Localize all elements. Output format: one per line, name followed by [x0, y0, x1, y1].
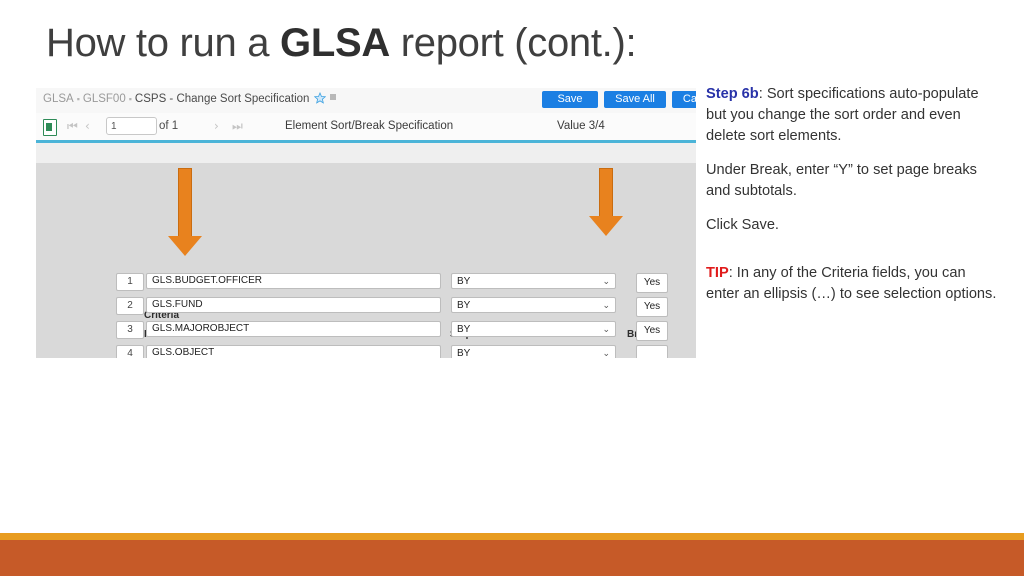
instructions-panel: Step 6b: Sort specifications auto-popula… — [706, 84, 998, 318]
table-row: 1 BY ⌄ — [36, 273, 696, 293]
page-number-input[interactable] — [106, 117, 157, 135]
arrow-head — [168, 236, 202, 256]
save-button[interactable]: Save — [542, 91, 598, 108]
favorite-dot-icon — [330, 94, 337, 100]
field-name-input[interactable] — [146, 297, 441, 313]
step-label: Step 6b — [706, 86, 759, 102]
breadcrumb-separator-icon: ▪ — [128, 93, 132, 104]
break-input[interactable] — [636, 297, 668, 317]
form-spacer-band — [36, 143, 696, 163]
title-part-after: report (cont.): — [389, 21, 637, 65]
breadcrumb: GLSA ▪ GLSF00 ▪ CSPS - Change Sort Specifica… — [43, 91, 337, 107]
chevron-down-icon: ⌄ — [602, 301, 610, 311]
tip-text: : In any of the Criteria fields, you can… — [706, 265, 997, 302]
cancel-button[interactable]: Cancel — [672, 91, 696, 108]
sequence-select[interactable]: BY ⌄ — [451, 297, 616, 313]
break-input[interactable] — [636, 273, 668, 293]
sequence-value: BY — [457, 324, 471, 335]
tip-paragraph: TIP: In any of the Criteria fields, you … — [706, 263, 998, 305]
step-paragraph: Step 6b: Sort specifications auto-popula… — [706, 84, 998, 147]
form-title-label: Element Sort/Break Specification — [285, 120, 454, 132]
row-index: 2 — [116, 297, 144, 315]
sequence-select[interactable]: BY ⌄ — [451, 345, 616, 358]
break-instruction-paragraph: Under Break, enter “Y” to set page break… — [706, 162, 977, 199]
title-part-glsa: GLSA — [280, 21, 390, 65]
arrow-head — [589, 216, 623, 236]
page-title: How to run a GLSA report (cont.): — [46, 20, 986, 66]
slide-canvas: How to run a GLSA report (cont.): GLSA ▪ G… — [0, 0, 1024, 576]
breadcrumb-item-glsa[interactable]: GLSA — [43, 93, 74, 105]
table-row: 4 BY ⌄ — [36, 345, 696, 358]
sequence-select[interactable]: BY ⌄ — [451, 273, 616, 289]
row-index: 1 — [116, 273, 144, 291]
sequence-select[interactable]: BY ⌄ — [451, 321, 616, 337]
save-instruction-paragraph: Click Save. — [706, 217, 779, 233]
row-index: 3 — [116, 321, 144, 339]
app-navigation-bar: ⏮ ‹ of 1 › ⏭ Element Sort/Break Specific… — [36, 113, 696, 143]
callout-arrow-field-name — [168, 168, 202, 256]
first-page-icon[interactable]: ⏮ — [67, 120, 78, 133]
app-toolbar: GLSA ▪ GLSF00 ▪ CSPS - Change Sort Specifica… — [36, 88, 696, 114]
document-icon[interactable] — [43, 119, 57, 136]
chevron-down-icon: ⌄ — [602, 277, 610, 287]
field-name-input[interactable] — [146, 321, 441, 337]
breadcrumb-item-current: CSPS - Change Sort Specification — [134, 93, 310, 105]
tip-label: TIP — [706, 265, 729, 281]
last-page-icon[interactable]: ⏭ — [232, 120, 243, 133]
arrow-shaft — [178, 168, 192, 238]
chevron-down-icon: ⌄ — [602, 325, 610, 335]
arrow-shaft — [599, 168, 613, 218]
footer-accent-bar-orange — [0, 540, 1024, 576]
table-row: 3 BY ⌄ — [36, 321, 696, 341]
chevron-down-icon: ⌄ — [602, 349, 610, 358]
favorite-star-icon[interactable] — [314, 91, 327, 107]
field-name-input[interactable] — [146, 345, 441, 358]
break-input[interactable] — [636, 345, 668, 358]
title-part-before: How to run a — [46, 21, 280, 65]
page-count-label: of 1 — [159, 120, 179, 132]
save-all-button[interactable]: Save All — [604, 91, 666, 108]
sequence-value: BY — [457, 276, 471, 287]
footer-accent-bar-gold — [0, 533, 1024, 540]
previous-page-icon[interactable]: ‹ — [85, 120, 90, 133]
field-name-input[interactable] — [146, 273, 441, 289]
breadcrumb-item-glsf00[interactable]: GLSF00 — [83, 93, 126, 105]
callout-arrow-break — [589, 168, 623, 236]
value-position-label: Value 3/4 — [557, 120, 605, 132]
sequence-value: BY — [457, 348, 471, 358]
next-page-icon[interactable]: › — [214, 120, 219, 133]
row-index: 4 — [116, 345, 144, 358]
sequence-value: BY — [457, 300, 471, 311]
breadcrumb-separator-icon: ▪ — [76, 93, 80, 104]
break-input[interactable] — [636, 321, 668, 341]
table-row: 2 BY ⌄ — [36, 297, 696, 317]
